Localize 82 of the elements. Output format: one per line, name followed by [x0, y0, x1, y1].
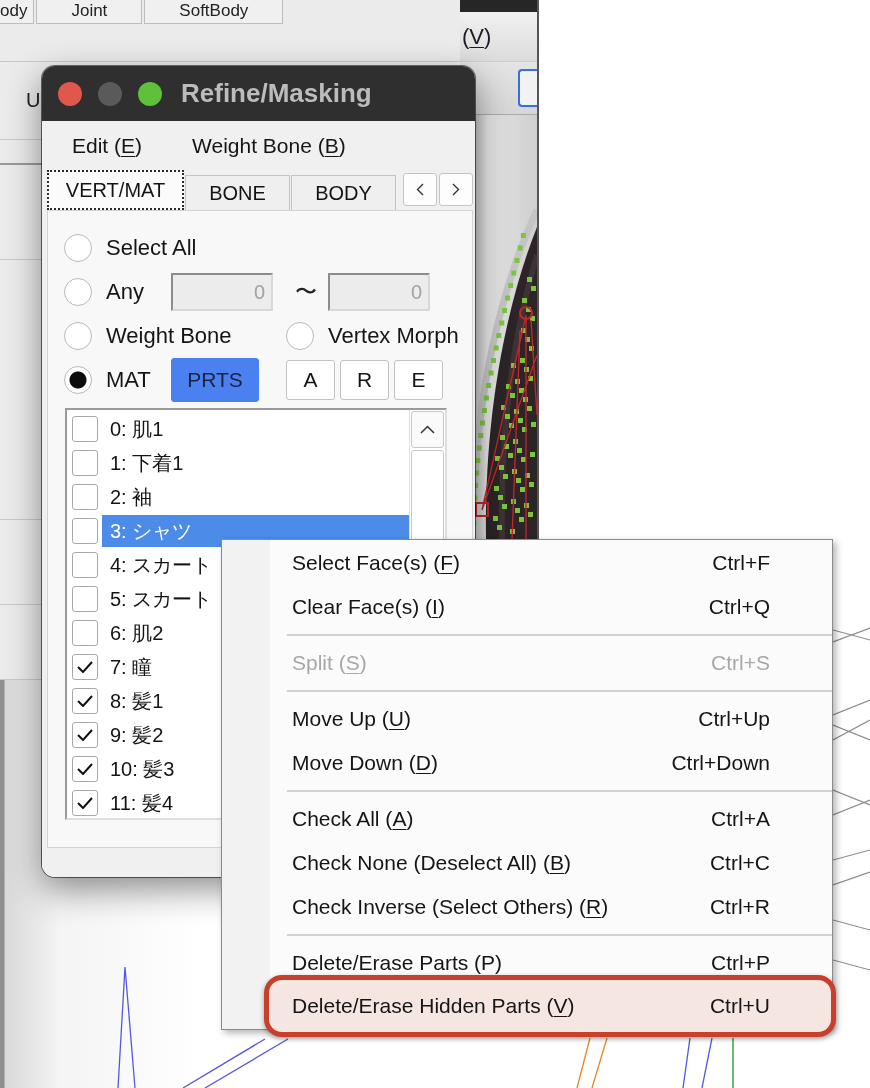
minimize-button[interactable] — [98, 81, 122, 106]
radio-button[interactable] — [64, 366, 92, 394]
tab[interactable]: BODY — [291, 175, 396, 210]
radio-button[interactable] — [64, 322, 92, 350]
keyboard-shortcut: Ctrl+Q — [708, 595, 770, 619]
checkbox[interactable] — [72, 756, 98, 782]
checkbox[interactable] — [72, 518, 98, 544]
toggle-button[interactable]: PRTS — [171, 358, 259, 402]
window-title: Refine/Masking — [181, 78, 372, 109]
checkbox[interactable] — [72, 450, 98, 476]
checkmark-icon — [77, 797, 93, 809]
checkbox[interactable] — [72, 620, 98, 646]
menu-item[interactable]: Check None (Deselect All) (B) Ctrl+C — [222, 841, 832, 885]
list-item[interactable]: 6: 肌2 — [102, 617, 168, 649]
keyboard-shortcut: Ctrl+Up — [698, 707, 770, 731]
menu-item[interactable]: Delete/Erase Parts (P) Ctrl+P — [222, 941, 832, 975]
chevron-right-icon — [452, 183, 460, 196]
menu-item[interactable]: Clear Face(s) (I) Ctrl+Q — [222, 585, 832, 629]
radio-label: Vertex Morph — [328, 323, 459, 349]
tab[interactable]: BONE — [185, 175, 290, 210]
checkmark-icon — [77, 729, 93, 741]
list-item[interactable]: 2: 袖 — [102, 481, 157, 513]
button[interactable]: A — [286, 360, 335, 400]
keyboard-shortcut: Ctrl+A — [711, 807, 770, 831]
chevron-up-icon — [420, 425, 435, 434]
checkbox[interactable] — [72, 484, 98, 510]
scroll-up-button[interactable] — [411, 411, 444, 448]
keyboard-shortcut: Ctrl+U — [709, 994, 770, 1018]
checkbox[interactable] — [72, 722, 98, 748]
toolbar-button[interactable] — [518, 69, 537, 107]
button[interactable]: R — [340, 360, 389, 400]
menu-item[interactable]: (V) — [462, 23, 492, 50]
tab[interactable]: SoftBody — [144, 0, 284, 24]
close-button[interactable] — [58, 81, 82, 106]
list-item[interactable]: 9: 髪2 — [102, 719, 168, 751]
tab[interactable]: Joint — [36, 0, 143, 24]
menu-item[interactable]: Weight Bone (B) — [192, 133, 346, 158]
zoom-button[interactable] — [138, 81, 162, 106]
keyboard-shortcut: Ctrl+Down — [671, 751, 770, 775]
checkbox[interactable] — [72, 416, 98, 442]
checkbox[interactable] — [72, 552, 98, 578]
menu-item[interactable]: Move Down (D) Ctrl+Down — [222, 741, 832, 785]
keyboard-shortcut: Ctrl+R — [709, 895, 770, 919]
list-item[interactable]: 7: 瞳 — [102, 651, 157, 683]
radio-label: Weight Bone — [106, 323, 232, 349]
checkmark-icon — [77, 763, 93, 775]
menu-item[interactable]: Move Up (U) Ctrl+Up — [222, 697, 832, 741]
radio-label: Select All — [106, 235, 197, 261]
keyboard-shortcut: Ctrl+S — [711, 651, 770, 675]
menu-item[interactable]: Delete/Erase Hidden Parts (V) Ctrl+U — [264, 975, 836, 1037]
list-item[interactable]: 4: スカート — [102, 549, 217, 581]
radio-label: MAT — [106, 367, 151, 393]
range-separator: 〜 — [295, 278, 317, 306]
list-item[interactable]: 5: スカート — [102, 583, 217, 615]
checkmark-icon — [77, 661, 93, 673]
keyboard-shortcut: Ctrl+F — [712, 551, 770, 575]
list-item[interactable]: 1: 下着1 — [102, 447, 188, 479]
scroll-left-button[interactable] — [403, 173, 437, 206]
scroll-right-button[interactable] — [439, 173, 473, 206]
menu-item[interactable]: Check Inverse (Select Others) (R) Ctrl+R — [222, 885, 832, 929]
menu-item[interactable]: Edit (E) — [72, 133, 143, 158]
radio-button[interactable] — [286, 322, 314, 350]
radio-button[interactable] — [64, 234, 92, 262]
list-item[interactable]: 8: 髪1 — [102, 685, 168, 717]
checkmark-icon — [77, 695, 93, 707]
keyboard-shortcut: Ctrl+C — [709, 851, 770, 875]
tab[interactable]: VERT/MAT — [47, 170, 184, 210]
radio-label: Any — [106, 279, 144, 305]
menu-item[interactable]: Check All (A) Ctrl+A — [222, 797, 832, 841]
chevron-left-icon — [416, 183, 424, 196]
checkbox[interactable] — [72, 654, 98, 680]
keyboard-shortcut: Ctrl+P — [711, 951, 770, 975]
tab[interactable]: ody — [0, 0, 35, 24]
checkbox[interactable] — [72, 790, 98, 816]
list-item[interactable]: 0: 肌1 — [102, 413, 168, 445]
list-item[interactable]: 10: 髪3 — [102, 753, 179, 785]
checkbox[interactable] — [72, 586, 98, 612]
checkbox[interactable] — [72, 688, 98, 714]
radio-button[interactable] — [64, 278, 92, 306]
button[interactable]: E — [394, 360, 443, 400]
label-text: U — [26, 89, 41, 112]
list-item[interactable]: 11: 髪4 — [102, 787, 177, 819]
